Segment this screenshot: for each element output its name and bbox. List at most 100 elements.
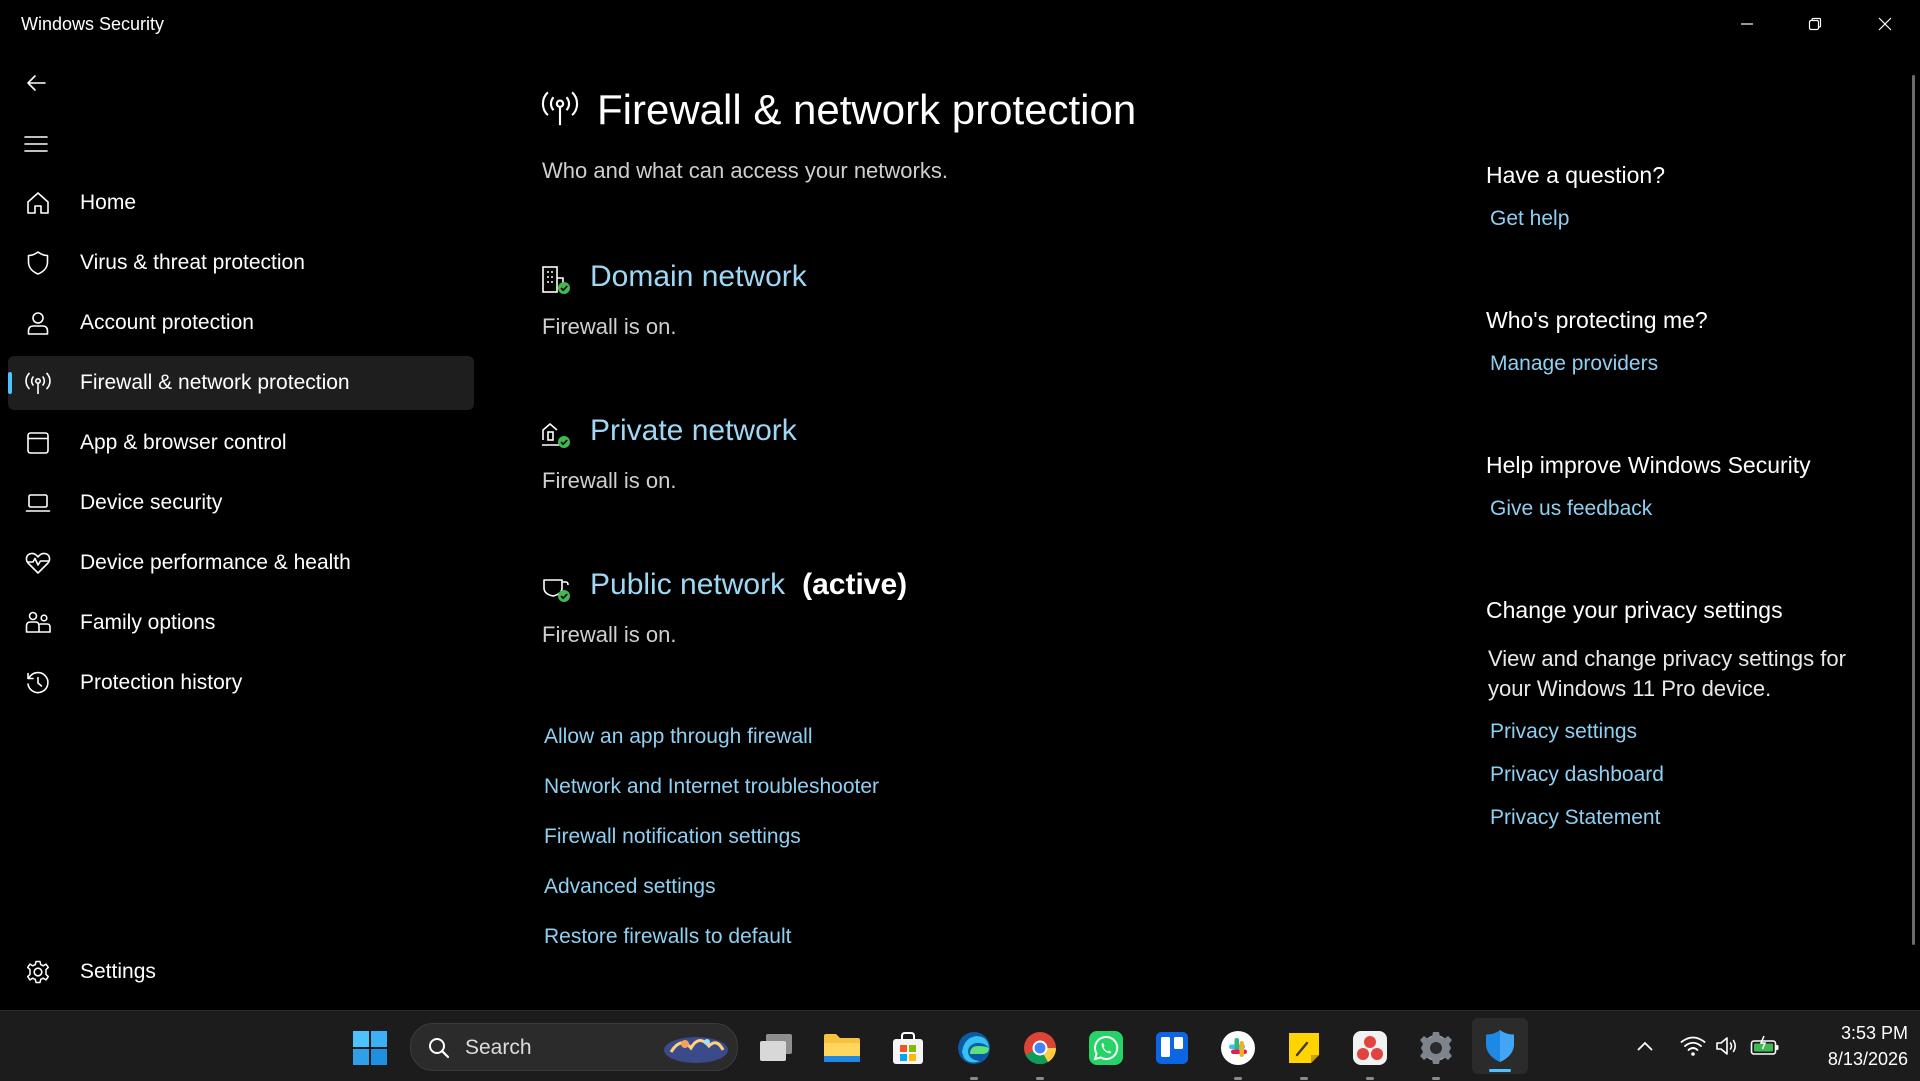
get-help-link[interactable]: Get help: [1490, 207, 1569, 231]
taskbar-task-view[interactable]: [756, 1028, 796, 1068]
feedback-link[interactable]: Give us feedback: [1490, 497, 1652, 521]
gear-icon: [22, 956, 54, 988]
privacy-statement-link[interactable]: Privacy Statement: [1490, 806, 1660, 830]
page-subtitle: Who and what can access your networks.: [542, 158, 948, 183]
laptop-icon: [22, 487, 54, 519]
app-window-icon: [22, 427, 54, 459]
back-arrow-icon: [27, 75, 46, 91]
sidebar-item-account[interactable]: Account protection: [8, 296, 474, 350]
sidebar-item-label: Device security: [80, 491, 223, 514]
sidebar-item-family[interactable]: Family options: [8, 596, 474, 650]
domain-network-status: Firewall is on.: [542, 314, 677, 339]
battery-charging-icon: [1750, 1035, 1779, 1055]
scrollbar[interactable]: [1912, 75, 1915, 945]
public-network-row: Public network (active): [590, 568, 907, 602]
taskbar-edge[interactable]: [954, 1028, 994, 1080]
sidebar-item-label: Virus & threat protection: [80, 251, 305, 274]
history-icon: [22, 667, 54, 699]
windows-logo-icon: [353, 1031, 387, 1065]
taskbar: Search 3:53 PM 8/13/2026: [0, 1010, 1920, 1081]
allow-app-link[interactable]: Allow an app through firewall: [544, 725, 813, 749]
restore-defaults-link[interactable]: Restore firewalls to default: [544, 925, 791, 949]
taskbar-search[interactable]: Search: [410, 1023, 738, 1071]
hamburger-menu-icon: [24, 136, 48, 152]
shield-icon: [22, 247, 54, 279]
sidebar-item-label: Firewall & network protection: [80, 371, 350, 394]
troubleshooter-link[interactable]: Network and Internet troubleshooter: [544, 775, 879, 799]
sidebar-item-settings[interactable]: Settings: [8, 945, 474, 999]
advanced-settings-link[interactable]: Advanced settings: [544, 875, 716, 899]
public-network-link[interactable]: Public network: [590, 568, 785, 602]
folder-icon: [824, 1034, 860, 1062]
wifi-button[interactable]: [1678, 1031, 1708, 1061]
battery-button[interactable]: [1750, 1031, 1780, 1061]
sidebar-item-label: Family options: [80, 611, 216, 634]
sidebar-item-label: Protection history: [80, 671, 243, 694]
taskbar-davinci[interactable]: [1350, 1028, 1390, 1080]
sidebar-nav: Home Virus & threat protection Account p…: [8, 176, 474, 716]
notification-settings-link[interactable]: Firewall notification settings: [544, 825, 801, 849]
sidebar-item-firewall[interactable]: Firewall & network protection: [8, 356, 474, 410]
store-icon: [893, 1032, 923, 1064]
windows-security-shield-icon: [1486, 1030, 1514, 1062]
taskbar-trello[interactable]: [1152, 1028, 1192, 1068]
speaker-icon: [1716, 1037, 1737, 1055]
sticky-notes-icon: [1289, 1033, 1319, 1063]
domain-network-link[interactable]: Domain network: [590, 260, 807, 294]
menu-button[interactable]: [12, 120, 60, 168]
sidebar-item-device-security[interactable]: Device security: [8, 476, 474, 530]
restore-button[interactable]: [1781, 0, 1849, 48]
taskbar-windows-security[interactable]: [1472, 1018, 1528, 1074]
restore-icon: [1808, 17, 1822, 31]
clock-time[interactable]: 3:53 PM: [1808, 1023, 1908, 1044]
taskbar-sticky-notes[interactable]: [1284, 1028, 1324, 1080]
title-bar: Windows Security: [0, 0, 1920, 48]
privacy-settings-link[interactable]: Privacy settings: [1490, 720, 1637, 744]
close-button[interactable]: [1851, 0, 1919, 48]
start-button[interactable]: [350, 1028, 390, 1068]
improve-heading: Help improve Windows Security: [1486, 452, 1811, 478]
back-button[interactable]: [12, 59, 60, 107]
taskbar-chrome[interactable]: [1020, 1028, 1060, 1080]
wifi-icon: [1680, 1036, 1706, 1056]
taskbar-microsoft-store[interactable]: [888, 1028, 928, 1068]
taskbar-settings[interactable]: [1416, 1028, 1456, 1080]
app-title: Windows Security: [21, 14, 165, 34]
show-hidden-icons-button[interactable]: [1630, 1031, 1660, 1061]
sidebar-item-device-performance[interactable]: Device performance & health: [8, 536, 474, 590]
privacy-heading: Change your privacy settings: [1486, 597, 1783, 623]
wireless-antenna-icon: [540, 88, 580, 128]
sidebar-item-virus-threat[interactable]: Virus & threat protection: [8, 236, 474, 290]
protecting-heading: Who's protecting me?: [1486, 307, 1708, 333]
minimize-button[interactable]: [1713, 0, 1781, 48]
heart-pulse-icon: [22, 547, 54, 579]
sidebar-item-label: Home: [80, 191, 137, 214]
sidebar-item-home[interactable]: Home: [8, 176, 474, 230]
home-icon: [22, 187, 54, 219]
manage-providers-link[interactable]: Manage providers: [1490, 352, 1658, 376]
sidebar-item-label: App & browser control: [80, 431, 287, 454]
privacy-dashboard-link[interactable]: Privacy dashboard: [1490, 763, 1664, 787]
wireless-antenna-icon: [22, 367, 54, 399]
clock-date[interactable]: 8/13/2026: [1808, 1049, 1908, 1070]
task-view-icon: [760, 1034, 792, 1061]
search-icon: [429, 1038, 450, 1059]
private-network-status: Firewall is on.: [542, 468, 677, 493]
chevron-up-icon: [1637, 1041, 1653, 1051]
sidebar-item-label: Account protection: [80, 311, 254, 334]
domain-network-icon: [540, 264, 572, 296]
slack-icon: [1221, 1031, 1255, 1065]
taskbar-whatsapp[interactable]: [1086, 1028, 1126, 1068]
volume-button[interactable]: [1713, 1031, 1743, 1061]
active-indicator: [1489, 1069, 1511, 1072]
person-icon: [22, 307, 54, 339]
minimize-icon: [1741, 23, 1753, 25]
private-network-icon: [540, 418, 572, 450]
sidebar-item-protection-history[interactable]: Protection history: [8, 656, 474, 710]
taskbar-file-explorer[interactable]: [822, 1028, 862, 1068]
taskbar-slack[interactable]: [1218, 1028, 1258, 1080]
active-badge: (active): [802, 568, 908, 601]
private-network-link[interactable]: Private network: [590, 414, 797, 448]
close-icon: [1878, 17, 1892, 31]
sidebar-item-app-browser[interactable]: App & browser control: [8, 416, 474, 470]
